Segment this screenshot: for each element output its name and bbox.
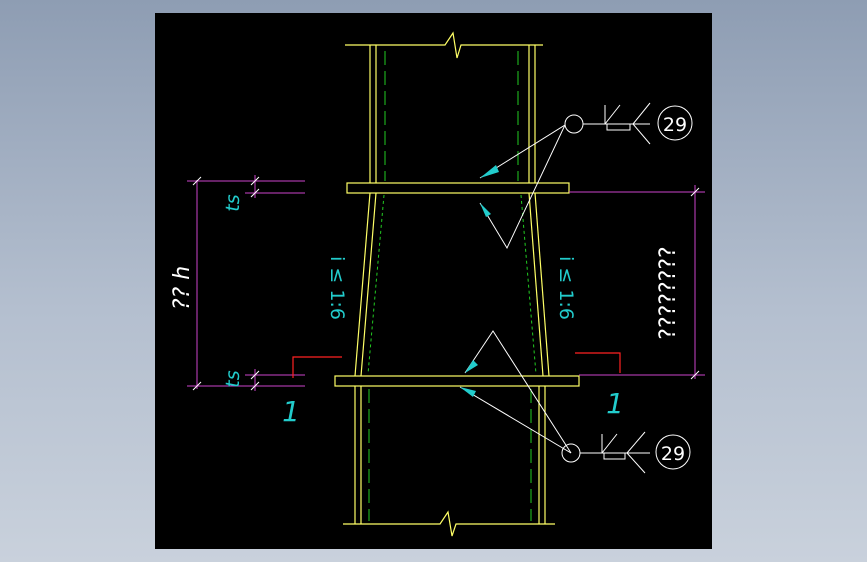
- thickness-label-bottom: ts: [222, 370, 244, 387]
- taper-left-outer: [354, 192, 371, 377]
- web-centerlines: [367, 51, 537, 521]
- weld-symbol-bottom: [601, 433, 626, 460]
- taper-left-inner: [360, 192, 377, 377]
- taper-right-inner: [528, 192, 544, 377]
- right-dimensions: [569, 185, 705, 379]
- slope-label-right: i ≤ 1:6: [555, 256, 577, 320]
- height-label-right: ????????: [656, 246, 681, 339]
- leader-bottom-to-taper: [464, 330, 572, 454]
- weld-number-top: 29: [663, 114, 687, 136]
- lower-column: [343, 386, 555, 537]
- section-cut-marks: [292, 352, 621, 378]
- taper-left-centerline: [367, 194, 385, 375]
- lower-break-line: [343, 510, 555, 537]
- leader-arrowheads: [460, 165, 499, 397]
- arrowhead-bottom-taper: [465, 360, 478, 373]
- upper-column: [345, 31, 543, 183]
- weld-number-bottom: 29: [661, 443, 685, 465]
- weld-symbol-top: [604, 104, 631, 131]
- section-mark-right: [575, 352, 621, 373]
- section-number-right: 1: [606, 387, 624, 420]
- arrowhead-bottom-plate: [460, 387, 476, 397]
- thickness-label-top: ts: [222, 194, 244, 211]
- steel-column-splice-drawing: 29 29 ts ts ?? h ???????? i ≤ 1:6 i ≤ 1:…: [170, 31, 705, 537]
- cad-viewport[interactable]: 29 29 ts ts ?? h ???????? i ≤ 1:6 i ≤ 1:…: [155, 13, 712, 549]
- arrowhead-top-taper: [480, 203, 491, 217]
- lower-base-plate: [334, 375, 580, 387]
- left-dimensions: [187, 175, 305, 391]
- arrowhead-top-plate: [480, 165, 499, 178]
- taper-right-centerline: [520, 194, 537, 375]
- weld-circle-top: [564, 114, 584, 134]
- height-label-left: ?? h: [170, 266, 195, 310]
- section-number-left: 1: [282, 395, 300, 428]
- leader-bottom-to-plate: [459, 386, 572, 454]
- slope-label-left: i ≤ 1:6: [326, 256, 348, 320]
- taper-right-outer: [534, 192, 550, 377]
- upper-break-line: [345, 31, 543, 59]
- leader-top-to-taper: [479, 124, 566, 250]
